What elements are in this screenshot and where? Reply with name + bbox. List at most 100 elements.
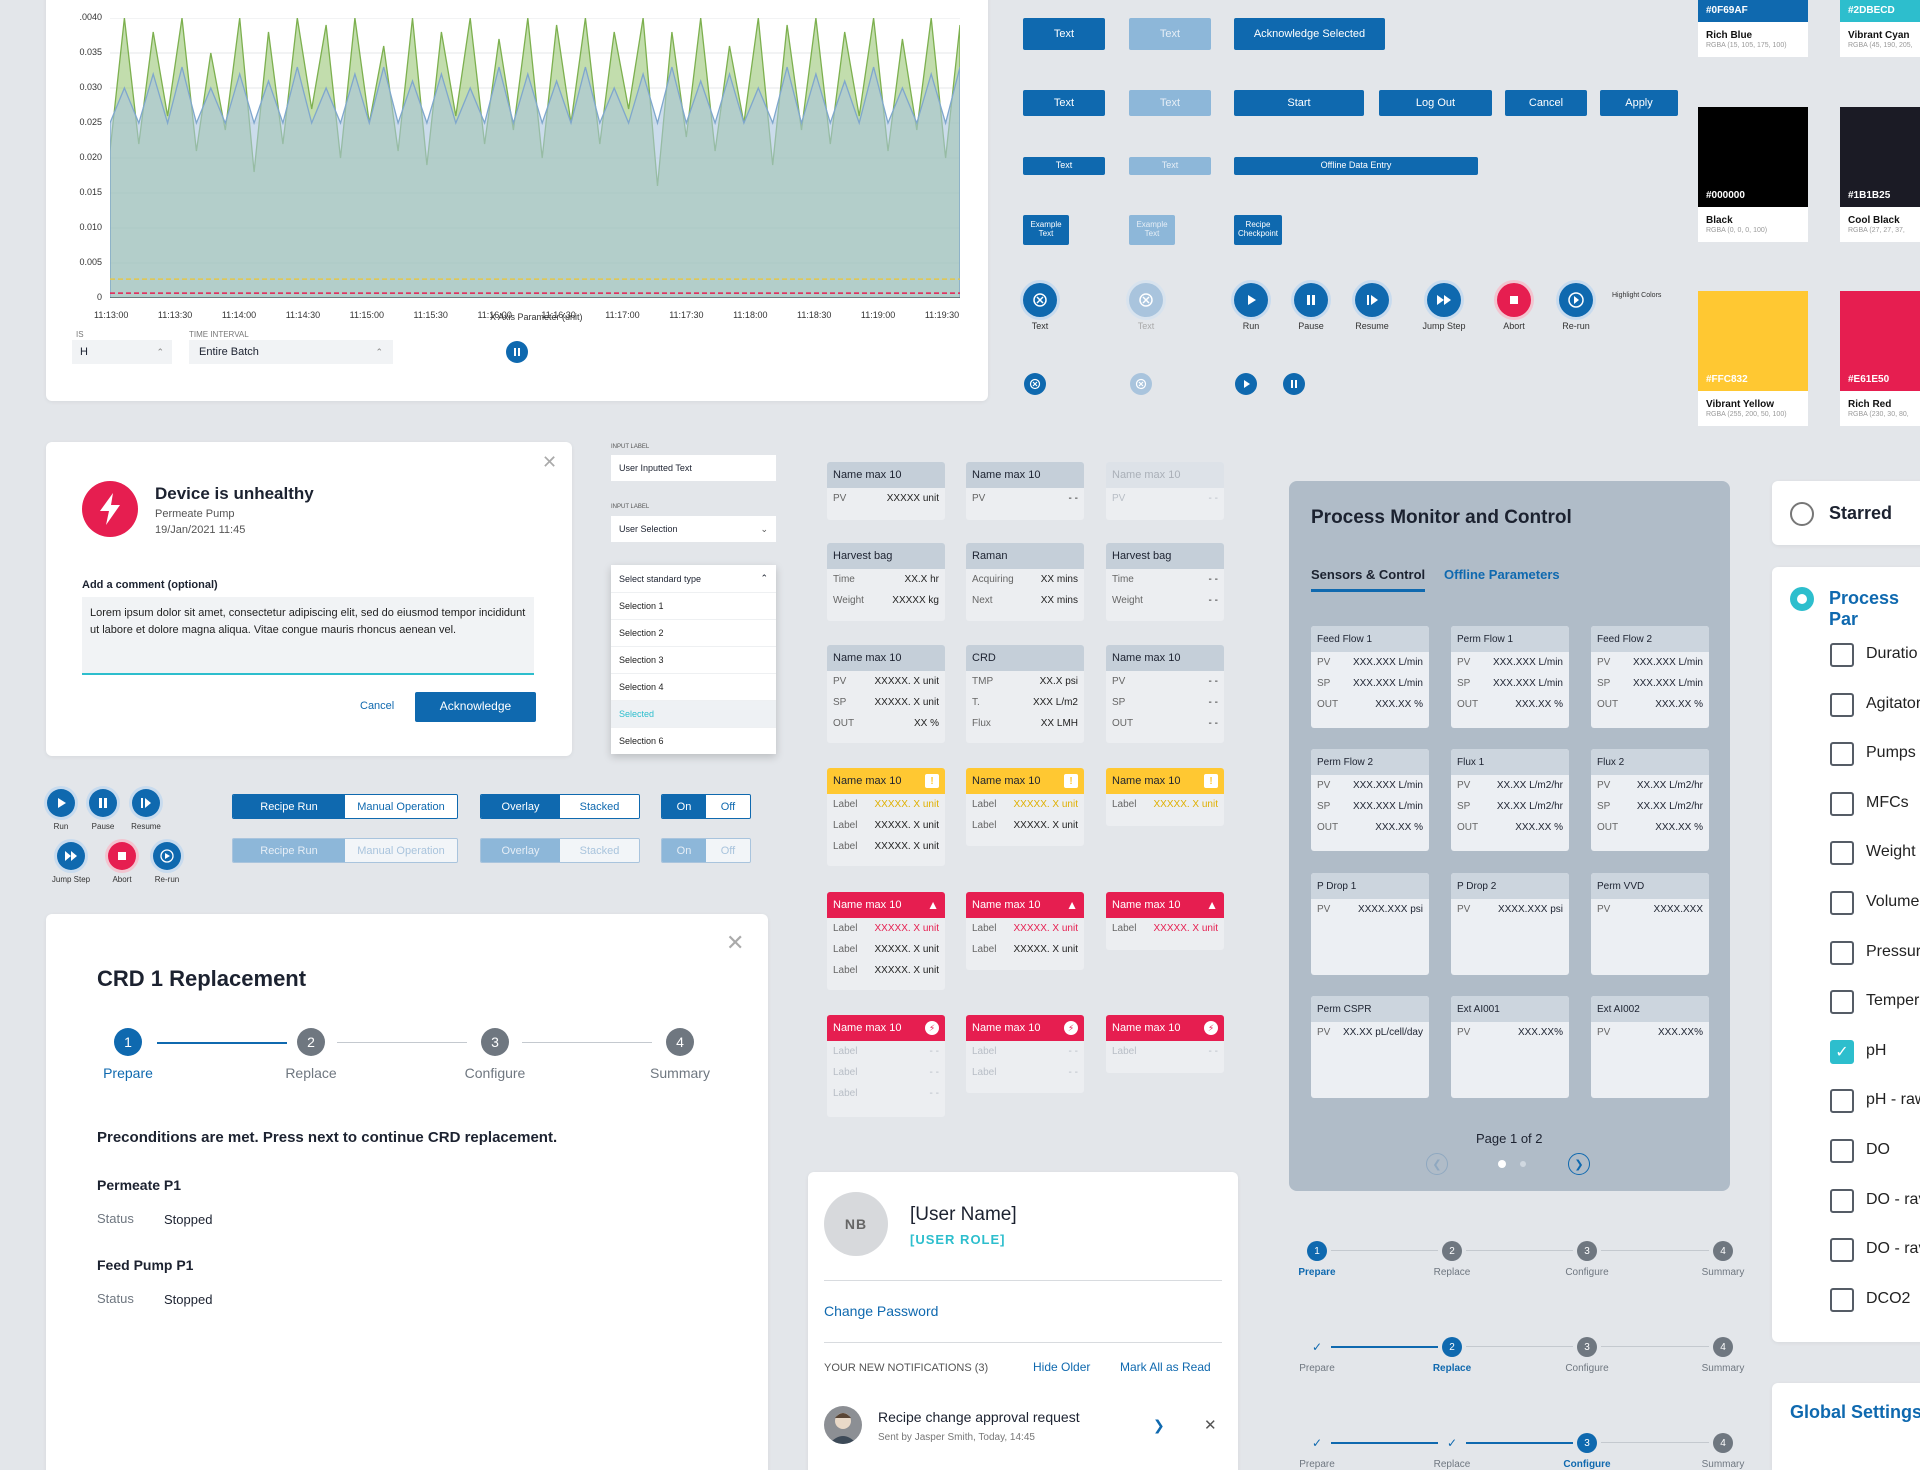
step-number[interactable]: 4 [1713,1337,1733,1357]
step-number[interactable]: 1 [1307,1241,1327,1261]
dropdown-option[interactable]: Selection 2 [611,619,776,646]
process-tile[interactable]: Perm VVD PV XXXX.XXX [1591,873,1709,975]
on-option[interactable]: On [662,795,706,818]
manual-operation-option[interactable]: Manual Operation [345,839,457,862]
step-3[interactable]: 3 [481,1028,509,1056]
close-icon[interactable]: ✕ [542,452,557,473]
run-button-2[interactable] [47,789,75,817]
text-button-disabled[interactable]: Text [1129,18,1211,50]
is-select[interactable]: H ⌃ [72,340,172,364]
step-complete-check-icon[interactable]: ✓ [1442,1433,1462,1453]
cancel-button[interactable]: Cancel [1505,90,1587,116]
chart-pause-button[interactable] [506,341,528,363]
tile-crd[interactable]: CRD TMP XX.X psi T. XXX L/m2 Flux XX LMH [966,645,1084,743]
pause-small-button[interactable] [1283,373,1305,395]
text-input[interactable]: User Inputted Text [611,455,776,481]
mark-all-read-link[interactable]: Mark All as Read [1120,1360,1211,1374]
parameter-checkbox[interactable] [1830,990,1854,1015]
resume-button[interactable] [1355,283,1389,317]
recipe-run-option[interactable]: Recipe Run [233,839,345,862]
tile-alarm-3[interactable]: Name max 10 ▲ Label XXXXX. X unit [1106,892,1224,950]
tile-alarm[interactable]: Name max 10 ▲ Label XXXXX. X unit Label XXX… [827,892,945,990]
text-button[interactable]: Text [1023,18,1105,50]
step-2[interactable]: 2 [297,1028,325,1056]
parameter-checkbox[interactable] [1830,1089,1854,1114]
stacked-option[interactable]: Stacked [560,795,639,818]
tile-warning[interactable]: Name max 10! Label XXXXX. X unit Label XXX… [827,768,945,866]
on-off-toggle-disabled[interactable]: On Off [661,838,751,863]
starred-radio[interactable] [1790,502,1814,526]
hide-older-link[interactable]: Hide Older [1033,1360,1090,1374]
view-mode-toggle-disabled[interactable]: Overlay Stacked [480,838,640,863]
on-off-toggle[interactable]: On Off [661,794,751,819]
jump-step-button[interactable] [1427,283,1461,317]
off-option[interactable]: Off [706,795,750,818]
process-tile[interactable]: Feed Flow 1 PV XXX.XXX L/min SP XXX.XXX L/mi… [1311,626,1429,728]
process-tile[interactable]: Perm CSPR PV XX.XX pL/cell/day [1311,996,1429,1098]
process-tile[interactable]: P Drop 2 PV XXXX.XXX psi [1451,873,1569,975]
time-interval-select[interactable]: Entire Batch ⌃ [189,340,393,364]
step-1[interactable]: 1 [114,1028,142,1056]
dropdown-option[interactable]: Selection 6 [611,727,776,754]
step-number[interactable]: 4 [1713,1433,1733,1453]
parameter-checkbox[interactable]: ✓ [1830,1039,1854,1064]
on-option[interactable]: On [662,839,706,862]
parameter-checkbox[interactable] [1830,742,1854,767]
dropdown-option[interactable]: Selection 4 [611,673,776,700]
apply-button[interactable]: Apply [1600,90,1678,116]
cancel-small-button[interactable] [1024,373,1046,395]
step-number[interactable]: 2 [1442,1337,1462,1357]
acknowledge-selected-button[interactable]: Acknowledge Selected [1234,18,1385,50]
cancel-small-button-disabled[interactable] [1130,373,1152,395]
text-button-sm-disabled[interactable]: Text [1129,157,1211,175]
next-page-button[interactable]: ❯ [1568,1153,1590,1175]
parameter-checkbox[interactable] [1830,1188,1854,1213]
notification-title[interactable]: Recipe change approval request [878,1409,1080,1425]
step-number[interactable]: 3 [1577,1337,1597,1357]
change-password-link[interactable]: Change Password [824,1303,938,1319]
parameter-checkbox[interactable] [1830,1139,1854,1163]
alert-cancel-button[interactable]: Cancel [360,700,394,712]
abort-button[interactable] [1497,283,1531,317]
dropdown-option[interactable]: Selection 3 [611,646,776,673]
tile-pv-sp-out-empty[interactable]: Name max 10 PV - - SP - - OUT - - [1106,645,1224,743]
tile-harvest-bag-empty[interactable]: Harvest bag Time - - Weight - - [1106,543,1224,621]
tile-warning-3[interactable]: Name max 10! Label XXXXX. X unit [1106,768,1224,826]
recipe-run-option[interactable]: Recipe Run [233,795,345,818]
tile-error[interactable]: Name max 10 ⚡ Label - - Label - - Label - - [827,1015,945,1117]
close-icon[interactable]: ✕ [726,930,744,956]
dropdown-option[interactable]: Selected [611,700,776,727]
tile-pv-disabled[interactable]: Name max 10 PV - - [1106,462,1224,520]
process-tile[interactable]: Feed Flow 2 PV XXX.XXX L/min SP XXX.XXX L/mi… [1591,626,1709,728]
parameter-checkbox[interactable] [1830,643,1854,667]
tab-offline-parameters[interactable]: Offline Parameters [1444,567,1560,582]
text-button-md[interactable]: Text [1023,90,1105,116]
abort-button-2[interactable] [108,842,136,870]
text-button-sm[interactable]: Text [1023,157,1105,175]
parameter-checkbox[interactable] [1830,1287,1854,1312]
resume-button-2[interactable] [132,789,160,817]
tile-harvest-bag[interactable]: Harvest bag Time XX.X hr Weight XXXXX kg [827,543,945,621]
step-complete-check-icon[interactable]: ✓ [1307,1337,1327,1357]
tile-pv[interactable]: Name max 10 PV XXXXX unit [827,462,945,520]
step-complete-check-icon[interactable]: ✓ [1307,1433,1327,1453]
prev-page-button[interactable]: ❮ [1426,1153,1448,1175]
process-tile[interactable]: P Drop 1 PV XXXX.XXX psi [1311,873,1429,975]
view-mode-toggle[interactable]: Overlay Stacked [480,794,640,819]
parameter-checkbox[interactable] [1830,891,1854,915]
overlay-option[interactable]: Overlay [481,839,560,862]
off-option[interactable]: Off [706,839,750,862]
process-tile[interactable]: Ext AI001 PV XXX.XX% [1451,996,1569,1098]
parameter-checkbox[interactable] [1830,1238,1854,1263]
process-param-radio[interactable] [1790,587,1814,611]
process-tile[interactable]: Ext AI002 PV XXX.XX% [1591,996,1709,1098]
manual-operation-option[interactable]: Manual Operation [345,795,457,818]
dropdown-option[interactable]: Selection 1 [611,592,776,619]
step-number[interactable]: 3 [1577,1433,1597,1453]
process-tile[interactable]: Perm Flow 2 PV XXX.XXX L/min SP XXX.XXX L/mi… [1311,749,1429,851]
parameter-checkbox[interactable] [1830,940,1854,965]
offline-data-entry-button[interactable]: Offline Data Entry [1234,157,1478,175]
acknowledge-button[interactable]: Acknowledge [415,692,536,722]
tab-sensors-control[interactable]: Sensors & Control [1311,567,1426,592]
run-button[interactable] [1234,283,1268,317]
